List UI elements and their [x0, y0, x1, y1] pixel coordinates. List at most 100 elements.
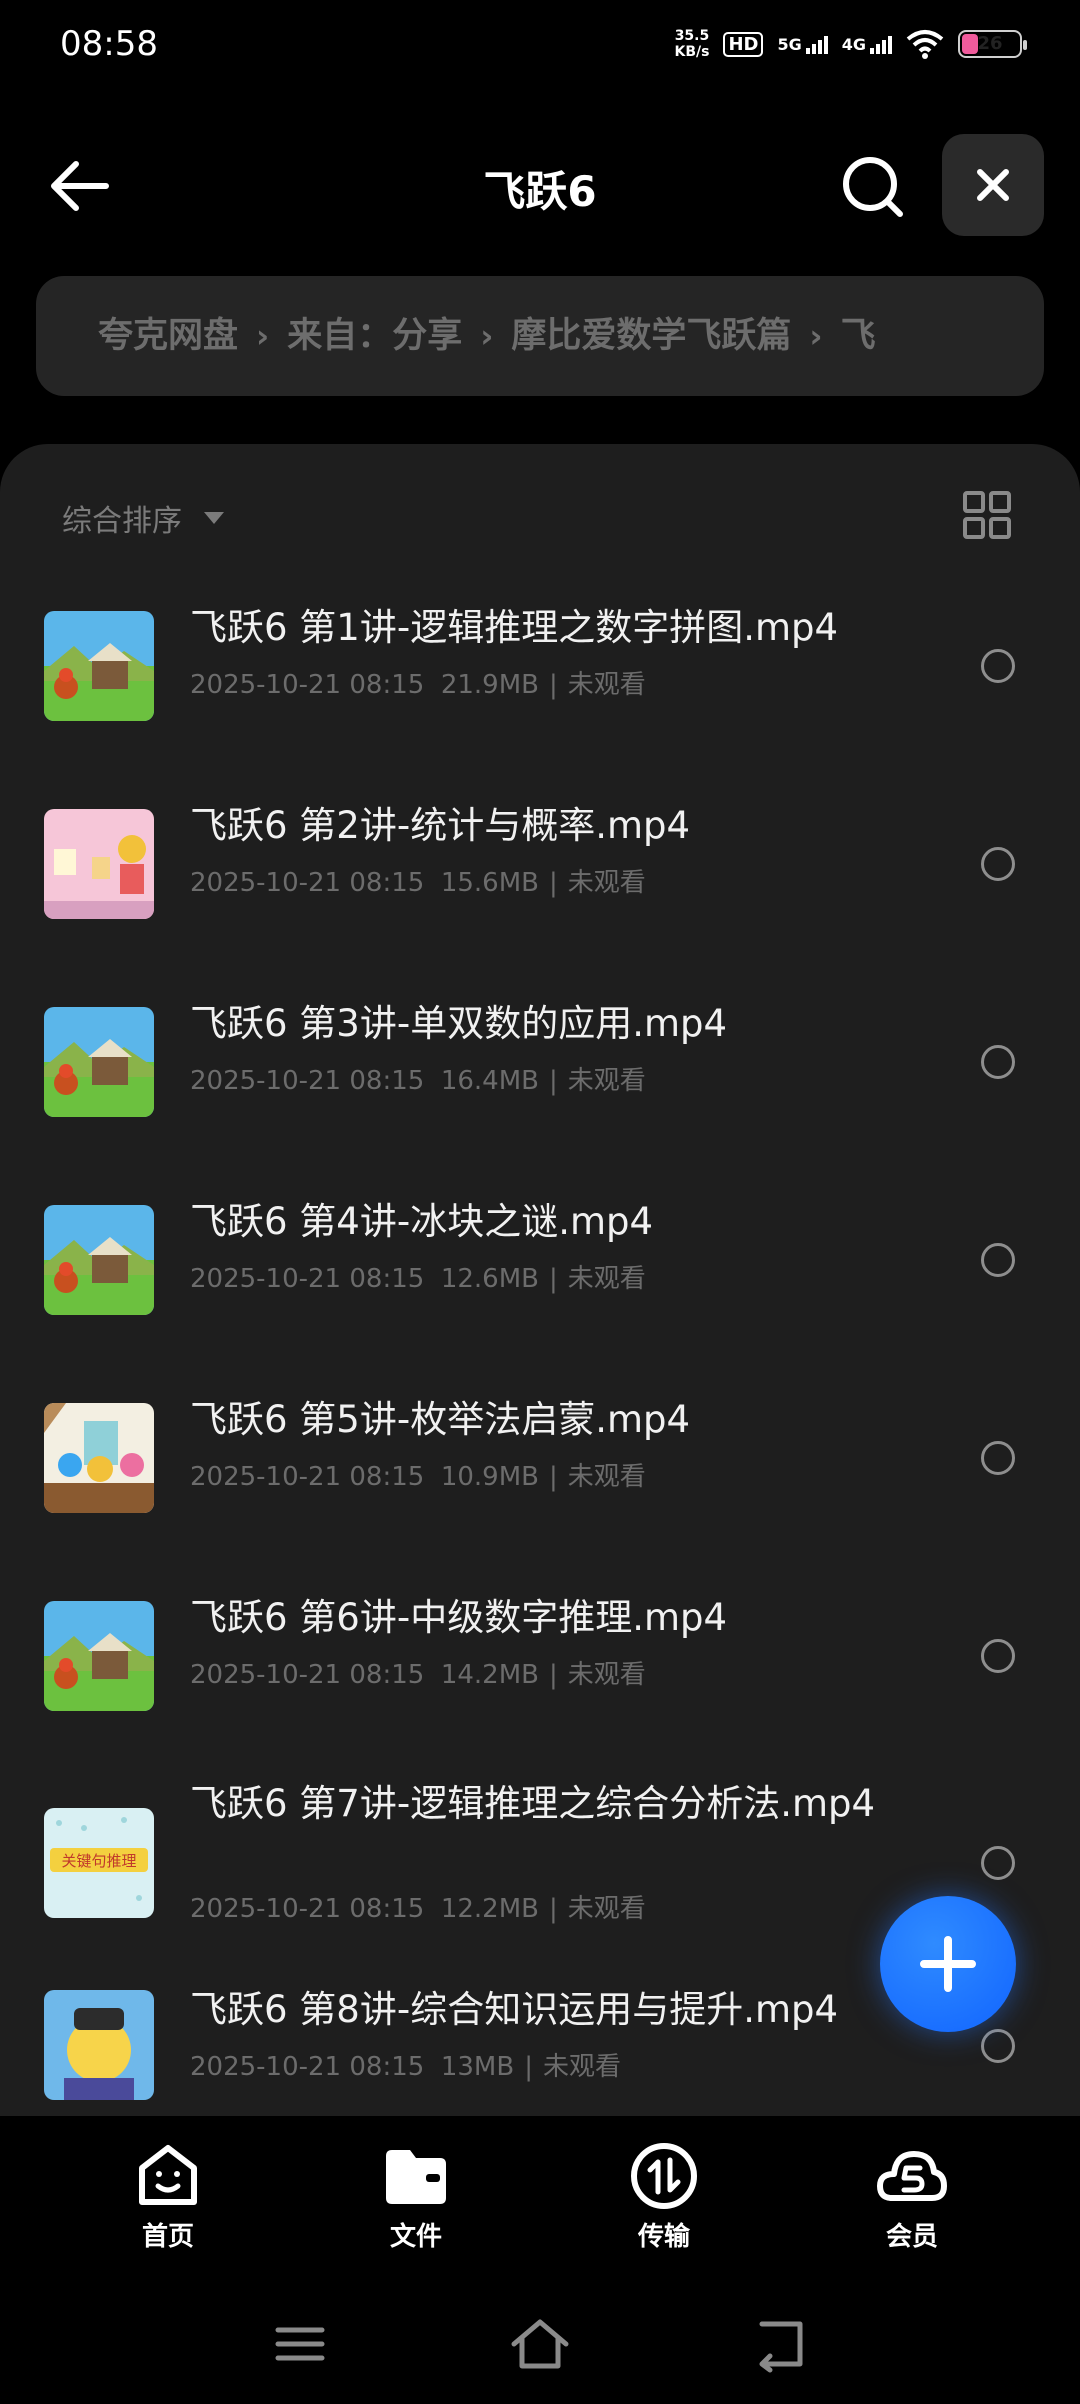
select-radio[interactable] — [981, 1441, 1015, 1475]
select-radio[interactable] — [981, 649, 1015, 683]
system-nav-bar — [0, 2290, 1080, 2400]
search-button[interactable] — [836, 150, 908, 222]
file-meta: 2025-10-21 08:15 10.9MB | 未观看 — [190, 1462, 646, 1492]
net-speed: 35.5 KB/s — [674, 28, 710, 60]
signal-5g-icon: 5G — [777, 35, 828, 54]
nav-label: 会员 — [885, 2222, 938, 2252]
select-radio[interactable] — [981, 1846, 1015, 1880]
nav-label: 首页 — [141, 2222, 194, 2252]
file-name: 飞跃6 第2讲-统计与概率.mp4 — [190, 804, 691, 847]
file-name: 飞跃6 第7讲-逻辑推理之综合分析法.mp4 — [190, 1782, 876, 1825]
watch-status: 未观看 — [542, 2052, 621, 2082]
breadcrumb: 夸克网盘 › 来自：分享 › 摩比爱数学飞跃篇 › 飞 — [36, 276, 1044, 396]
list-item[interactable]: 飞跃6 第1讲-逻辑推理之数字拼图.mp4 2025-10-21 08:15 2… — [0, 592, 1080, 790]
cloud-vip-icon — [877, 2151, 947, 2201]
select-radio[interactable] — [981, 1243, 1015, 1277]
file-meta: 2025-10-21 08:15 14.2MB | 未观看 — [190, 1660, 646, 1690]
page-title: 飞跃6 — [483, 167, 597, 216]
video-thumbnail — [44, 1601, 154, 1711]
watch-status: 未观看 — [567, 1660, 646, 1690]
watch-status: 未观看 — [567, 1462, 646, 1492]
file-size: 21.9MB — [440, 670, 539, 700]
grid-view-button[interactable] — [962, 490, 1012, 540]
sort-label: 综合排序 — [62, 504, 182, 539]
video-thumbnail — [44, 611, 154, 721]
chevron-right-icon: › — [480, 317, 494, 355]
watch-status: 未观看 — [567, 670, 646, 700]
file-size: 16.4MB — [440, 1066, 539, 1096]
list-item[interactable]: 飞跃6 第2讲-统计与概率.mp4 2025-10-21 08:15 15.6M… — [0, 790, 1080, 988]
close-button[interactable] — [942, 134, 1044, 236]
home-button[interactable] — [508, 2312, 572, 2376]
breadcrumb-item-share[interactable]: 来自：分享 — [287, 316, 462, 356]
video-thumbnail: 关键句推理 — [44, 1808, 154, 1918]
wifi-icon — [906, 30, 944, 59]
folder-icon — [386, 2150, 446, 2204]
search-icon — [843, 157, 903, 217]
file-panel: 综合排序 飞跃6 第1讲-逻辑推理之数字拼图.mp4 2025-10-21 08… — [0, 444, 1080, 2116]
nav-label: 文件 — [389, 2222, 442, 2252]
grid-icon — [963, 491, 1011, 539]
nav-label: 传输 — [637, 2222, 690, 2252]
file-name: 飞跃6 第3讲-单双数的应用.mp4 — [190, 1002, 728, 1045]
battery-icon: 26 — [958, 30, 1027, 58]
signal-4g-icon: 4G — [842, 35, 892, 54]
watch-status: 未观看 — [567, 1264, 646, 1294]
add-button[interactable] — [880, 1896, 1016, 2032]
file-size: 12.2MB — [440, 1894, 539, 1924]
home-icon — [511, 2319, 569, 2369]
hd-voice-icon: HD — [723, 31, 764, 57]
file-name: 飞跃6 第5讲-枚举法启蒙.mp4 — [190, 1398, 691, 1441]
file-meta: 2025-10-21 08:15 12.2MB | 未观看 — [190, 1894, 646, 1924]
smiley-box-icon — [139, 2145, 197, 2205]
nav-transfer[interactable]: 传输 — [584, 2140, 744, 2253]
breadcrumb-item-folder[interactable]: 摩比爱数学飞跃篇 — [511, 316, 791, 356]
nav-vip[interactable]: 会员 — [832, 2140, 992, 2253]
video-thumbnail — [44, 1990, 154, 2100]
list-item[interactable]: 飞跃6 第6讲-中级数字推理.mp4 2025-10-21 08:15 14.2… — [0, 1582, 1080, 1780]
plus-icon — [920, 1936, 976, 1992]
select-radio[interactable] — [981, 2029, 1015, 2063]
file-date: 2025-10-21 08:15 — [190, 1894, 425, 1924]
caret-down-icon — [204, 512, 224, 524]
file-date: 2025-10-21 08:15 — [190, 1660, 425, 1690]
file-meta: 2025-10-21 08:15 21.9MB | 未观看 — [190, 670, 646, 700]
nav-files[interactable]: 文件 — [336, 2140, 496, 2253]
menu-button[interactable] — [268, 2312, 332, 2376]
menu-icon — [275, 2327, 325, 2361]
watch-status: 未观看 — [567, 1066, 646, 1096]
file-size: 12.6MB — [440, 1264, 539, 1294]
file-date: 2025-10-21 08:15 — [190, 670, 425, 700]
thumbnail-text: 关键句推理 — [61, 1852, 136, 1870]
select-radio[interactable] — [981, 1045, 1015, 1079]
chevron-right-icon: › — [809, 317, 823, 355]
list-item[interactable]: 飞跃6 第4讲-冰块之谜.mp4 2025-10-21 08:15 12.6MB… — [0, 1186, 1080, 1384]
back-system-button[interactable] — [748, 2312, 812, 2376]
breadcrumb-item-current[interactable]: 飞 — [841, 316, 876, 356]
select-radio[interactable] — [981, 1639, 1015, 1673]
video-thumbnail — [44, 1007, 154, 1117]
file-meta: 2025-10-21 08:15 12.6MB | 未观看 — [190, 1264, 646, 1294]
file-date: 2025-10-21 08:15 — [190, 1264, 425, 1294]
nav-home[interactable]: 首页 — [88, 2140, 248, 2253]
list-item[interactable]: 飞跃6 第5讲-枚举法启蒙.mp4 2025-10-21 08:15 10.9M… — [0, 1384, 1080, 1582]
file-date: 2025-10-21 08:15 — [190, 1462, 425, 1492]
watch-status: 未观看 — [567, 868, 646, 898]
bottom-nav: 首页 文件 传输 会员 — [0, 2116, 1080, 2266]
sort-dropdown[interactable]: 综合排序 — [62, 496, 224, 540]
file-meta: 2025-10-21 08:15 13MB | 未观看 — [190, 2052, 621, 2082]
list-item[interactable]: 飞跃6 第3讲-单双数的应用.mp4 2025-10-21 08:15 16.4… — [0, 988, 1080, 1186]
file-date: 2025-10-21 08:15 — [190, 2052, 425, 2082]
file-meta: 2025-10-21 08:15 15.6MB | 未观看 — [190, 868, 646, 898]
file-size: 13MB — [440, 2052, 515, 2082]
status-icons: 35.5 KB/s HD 5G 4G 26 — [674, 28, 1027, 60]
select-radio[interactable] — [981, 847, 1015, 881]
file-name: 飞跃6 第1讲-逻辑推理之数字拼图.mp4 — [190, 606, 839, 649]
file-date: 2025-10-21 08:15 — [190, 1066, 425, 1096]
file-size: 10.9MB — [440, 1462, 539, 1492]
return-icon — [759, 2321, 803, 2373]
status-bar: 08:58 35.5 KB/s HD 5G 4G 26 — [0, 0, 1080, 90]
file-name: 飞跃6 第4讲-冰块之谜.mp4 — [190, 1200, 654, 1243]
file-size: 14.2MB — [440, 1660, 539, 1690]
breadcrumb-item-root[interactable]: 夸克网盘 — [98, 316, 238, 356]
